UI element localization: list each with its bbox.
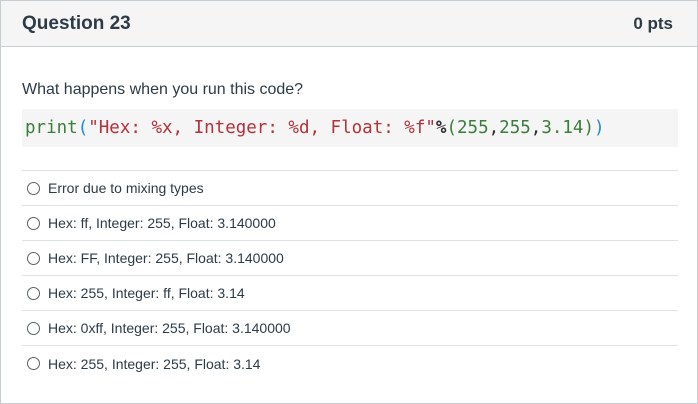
answer-label[interactable]: Hex: FF, Integer: 255, Float: 3.140000	[48, 250, 284, 266]
question-header: Question 23 0 pts	[1, 1, 697, 47]
code-comma: ,	[530, 118, 542, 138]
radio-button[interactable]	[27, 216, 40, 230]
code-number: 255	[499, 118, 531, 138]
question-body: What happens when you run this code? pri…	[1, 80, 697, 381]
code-function-name: print	[25, 118, 78, 138]
code-close-paren: )	[594, 118, 605, 138]
question-title: Question 23	[22, 12, 131, 34]
radio-button[interactable]	[27, 286, 40, 300]
points-label: 0 pts	[633, 13, 673, 33]
answer-option[interactable]: Error due to mixing types	[22, 171, 678, 206]
code-snippet: print("Hex: %x, Integer: %d, Float: %f" …	[22, 109, 678, 147]
radio-button[interactable]	[27, 321, 40, 335]
radio-button[interactable]	[27, 181, 40, 195]
code-tuple-close: )	[583, 118, 595, 138]
code-format-string: "Hex: %x, Integer: %d, Float: %f"	[88, 118, 436, 138]
radio-button[interactable]	[27, 357, 40, 370]
question-prompt: What happens when you run this code?	[22, 81, 304, 98]
answer-label[interactable]: Hex: 255, Integer: 255, Float: 3.14	[48, 356, 260, 372]
answer-label[interactable]: Hex: ff, Integer: 255, Float: 3.140000	[48, 215, 276, 231]
question-card: Question 23 0 pts What happens when you …	[0, 0, 698, 404]
code-number: 3.14	[541, 118, 584, 138]
code-number: 255	[457, 118, 489, 138]
answer-list: Error due to mixing types Hex: ff, Integ…	[22, 170, 678, 381]
answer-option[interactable]: Hex: ff, Integer: 255, Float: 3.140000	[22, 206, 678, 241]
answer-label[interactable]: Hex: 0xff, Integer: 255, Float: 3.140000	[48, 320, 291, 336]
answer-option[interactable]: Hex: 255, Integer: ff, Float: 3.14	[22, 276, 678, 311]
answer-option[interactable]: Hex: FF, Integer: 255, Float: 3.140000	[22, 241, 678, 276]
answer-option[interactable]: Hex: 0xff, Integer: 255, Float: 3.140000	[22, 311, 678, 346]
answer-label[interactable]: Error due to mixing types	[48, 180, 204, 196]
code-open-paren: (	[77, 118, 89, 138]
code-comma: ,	[488, 118, 500, 138]
code-format-operator: %	[435, 118, 447, 138]
answer-option[interactable]: Hex: 255, Integer: 255, Float: 3.14	[22, 346, 678, 381]
code-tuple-open: (	[446, 118, 458, 138]
radio-button[interactable]	[27, 251, 40, 265]
answer-label[interactable]: Hex: 255, Integer: ff, Float: 3.14	[48, 285, 245, 301]
